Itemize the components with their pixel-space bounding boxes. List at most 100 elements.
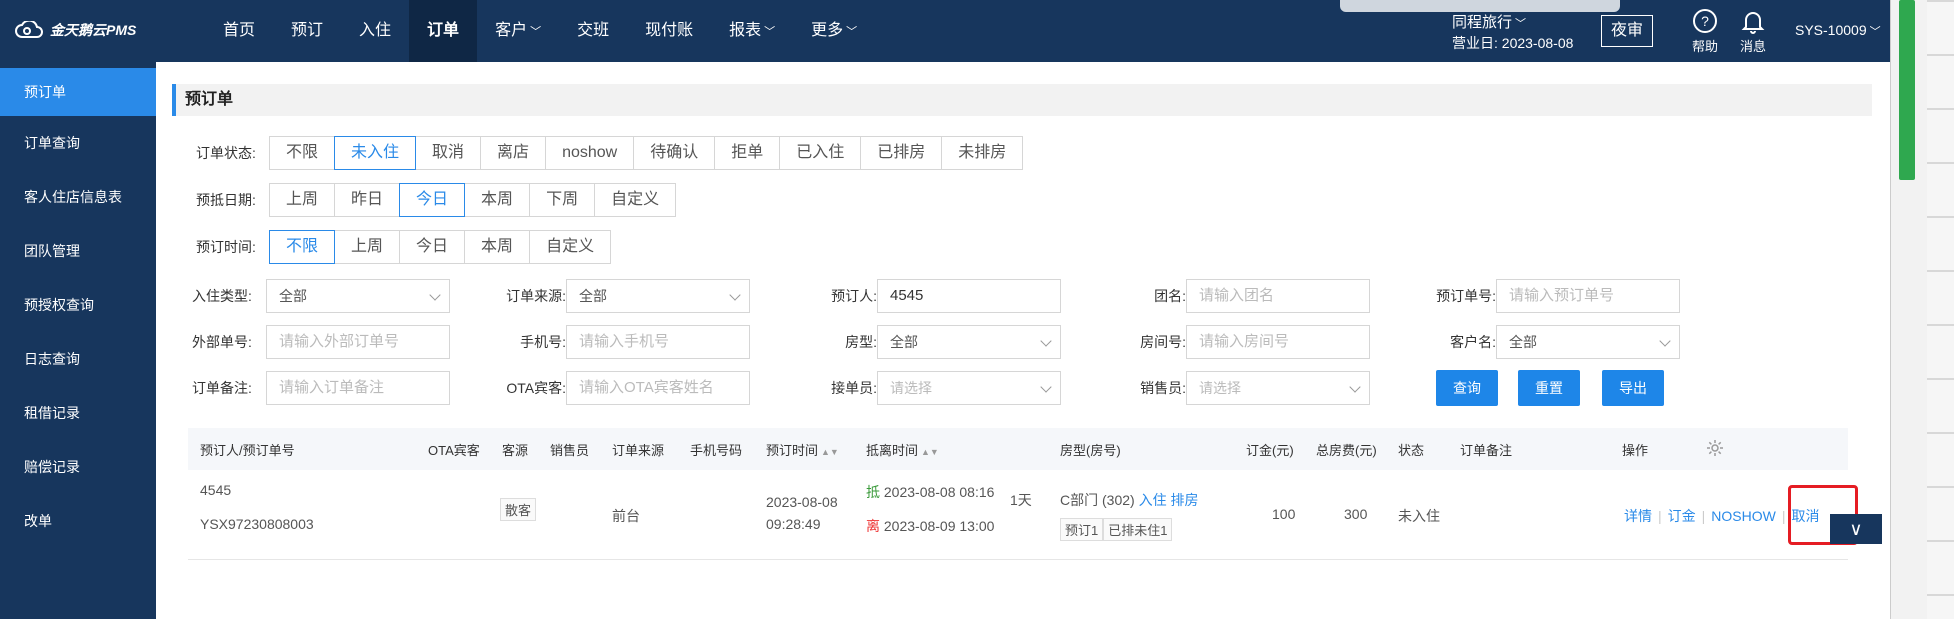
booking-time-option[interactable]: 今日 [399, 230, 466, 264]
phone-field: 手机号: 请输入手机号 [481, 325, 750, 359]
sort-stay-time[interactable]: 抵离时间 ▲▼ [866, 440, 939, 459]
arrival-option[interactable]: 昨日 [334, 183, 401, 217]
expand-tab[interactable]: ∨ [1830, 514, 1882, 544]
sidebar-item-groups[interactable]: 团队管理 [0, 224, 156, 278]
nav-booking[interactable]: 预订 [273, 0, 341, 62]
app-logo[interactable]: 金天鹅云PMS [14, 20, 136, 40]
status-option[interactable]: 已入住 [779, 136, 862, 170]
booker-field: 预订人: 4545 [790, 279, 1061, 313]
chevron-down-icon [1659, 335, 1671, 347]
filter-order-status: 订单状态: 不限 未入住 取消 离店 noshow 待确认 拒单 已入住 已排房… [196, 136, 1024, 170]
help-icon: ? [1693, 9, 1717, 33]
nav-more[interactable]: 更多 ﹀ [793, 0, 875, 62]
chevron-down-icon: ∨ [1849, 519, 1863, 539]
booker-input[interactable]: 4545 [877, 279, 1061, 313]
deposit-link[interactable]: 订金 [1668, 508, 1696, 524]
sidebar-item-modify-order[interactable]: 改单 [0, 494, 156, 548]
help-button[interactable]: ? 帮助 [1685, 8, 1725, 55]
external-no-field: 外部单号: 请输入外部订单号 [192, 325, 450, 359]
nav-checkin[interactable]: 入住 [341, 0, 409, 62]
nav-customers[interactable]: 客户 ﹀ [477, 0, 559, 62]
receiver-field: 接单员: 请选择 [790, 371, 1061, 405]
status-option[interactable]: 拒单 [714, 136, 781, 170]
svg-text:?: ? [1701, 13, 1709, 29]
table-header: 预订人/预订单号 OTA宾客 客源 销售员 订单来源 手机号码 预订时间 ▲▼ 抵… [188, 428, 1848, 470]
room-type-field: 房型: 全部 [790, 325, 1061, 359]
room-checkin-link[interactable]: 入住 [1139, 492, 1167, 508]
nav-home[interactable]: 首页 [205, 0, 273, 62]
status-option[interactable]: 待确认 [633, 136, 716, 170]
chevron-down-icon: ﹀ [1869, 26, 1881, 38]
filter-arrival-date: 预抵日期: 上周 昨日 今日 本周 下周 自定义 [196, 183, 677, 217]
status-option[interactable]: noshow [545, 136, 635, 170]
group-name-input[interactable]: 请输入团名 [1186, 279, 1370, 313]
right-edge-panel [1890, 0, 1954, 619]
booking-time-option[interactable]: 上周 [334, 230, 401, 264]
detail-link[interactable]: 详情 [1624, 508, 1652, 524]
sort-icon: ▲▼ [921, 447, 939, 457]
booking-no-input[interactable]: 请输入预订单号 [1496, 279, 1680, 313]
status-option[interactable]: 离店 [480, 136, 547, 170]
export-button[interactable]: 导出 [1602, 370, 1664, 406]
cloud-icon [15, 21, 43, 38]
room-type-select[interactable]: 全部 [877, 325, 1061, 359]
booking-time-option[interactable]: 自定义 [529, 230, 612, 264]
gear-icon[interactable] [1706, 439, 1724, 457]
receiver-select[interactable]: 请选择 [877, 371, 1061, 405]
query-button[interactable]: 查询 [1436, 370, 1498, 406]
checkin-type-select[interactable]: 全部 [266, 279, 450, 313]
arrival-option-selected[interactable]: 今日 [399, 183, 466, 217]
nav-orders[interactable]: 订单 [409, 0, 478, 62]
arrival-option[interactable]: 本周 [464, 183, 531, 217]
status-option[interactable]: 已排房 [860, 136, 943, 170]
noshow-link[interactable]: NOSHOW [1711, 508, 1776, 524]
sidebar-item-bookings[interactable]: 预订单 [0, 68, 156, 116]
ota-guest-field: OTA宾客: 请输入OTA宾客姓名 [481, 371, 750, 405]
user-menu[interactable]: SYS-10009 ﹀ [1795, 22, 1881, 39]
order-source-select[interactable]: 全部 [566, 279, 750, 313]
nav-reports[interactable]: 报表 ﹀ [711, 0, 793, 62]
chevron-down-icon [729, 289, 741, 301]
status-option[interactable]: 不限 [269, 136, 336, 170]
order-note-input[interactable]: 请输入订单备注 [266, 371, 450, 405]
messages-button[interactable]: 消息 [1733, 8, 1773, 55]
room-no-input[interactable]: 请输入房间号 [1186, 325, 1370, 359]
status-option-selected[interactable]: 未入住 [334, 136, 417, 170]
customer-name-select[interactable]: 全部 [1496, 325, 1680, 359]
night-audit-button[interactable]: 夜审 [1601, 15, 1653, 47]
green-scroll-bar[interactable] [1899, 0, 1915, 180]
sidebar-item-guest-info[interactable]: 客人住店信息表 [0, 170, 156, 224]
top-navbar: 金天鹅云PMS 首页 预订 入住 订单 客户 ﹀ 交班 现付账 报表 ﹀ 更多 ﹀ 同… [0, 0, 1890, 62]
arrival-option[interactable]: 下周 [529, 183, 596, 217]
status-option[interactable]: 取消 [415, 136, 482, 170]
group-name-field: 团名: 请输入团名 [1100, 279, 1370, 313]
sort-booking-time[interactable]: 预订时间 ▲▼ [766, 440, 839, 459]
hotel-selector[interactable]: 同程旅行 ﹀ [1452, 11, 1526, 32]
reset-button[interactable]: 重置 [1518, 370, 1580, 406]
sidebar: 预订单 订单查询 客人住店信息表 团队管理 预授权查询 日志查询 租借记录 赔偿… [0, 62, 156, 619]
nav-cash[interactable]: 现付账 [627, 0, 711, 62]
sidebar-item-order-query[interactable]: 订单查询 [0, 116, 156, 170]
external-no-input[interactable]: 请输入外部订单号 [266, 325, 450, 359]
ota-guest-input[interactable]: 请输入OTA宾客姓名 [566, 371, 750, 405]
arrival-option[interactable]: 上周 [269, 183, 336, 217]
room-assign-link[interactable]: 排房 [1170, 492, 1198, 508]
chevron-down-icon: ﹀ [764, 26, 776, 38]
booking-time-option-selected[interactable]: 不限 [269, 230, 336, 264]
booking-time-option[interactable]: 本周 [464, 230, 531, 264]
sidebar-item-rentals[interactable]: 租借记录 [0, 386, 156, 440]
status-option[interactable]: 未排房 [941, 136, 1024, 170]
salesperson-select[interactable]: 请选择 [1186, 371, 1370, 405]
arrival-option[interactable]: 自定义 [594, 183, 677, 217]
main-nav: 首页 预订 入住 订单 客户 ﹀ 交班 现付账 报表 ﹀ 更多 ﹀ [205, 0, 875, 62]
chevron-down-icon [1040, 335, 1052, 347]
assigned-tag: 已排未住1 [1103, 518, 1173, 541]
sidebar-item-logs[interactable]: 日志查询 [0, 332, 156, 386]
booking-no-field: 预订单号: 请输入预订单号 [1410, 279, 1680, 313]
sidebar-item-compensation[interactable]: 赔偿记录 [0, 440, 156, 494]
status-badge: 未入住 [1398, 508, 1440, 524]
sidebar-item-preauth[interactable]: 预授权查询 [0, 278, 156, 332]
nav-shift[interactable]: 交班 [559, 0, 627, 62]
phone-input[interactable]: 请输入手机号 [566, 325, 750, 359]
sort-icon: ▲▼ [821, 447, 839, 457]
